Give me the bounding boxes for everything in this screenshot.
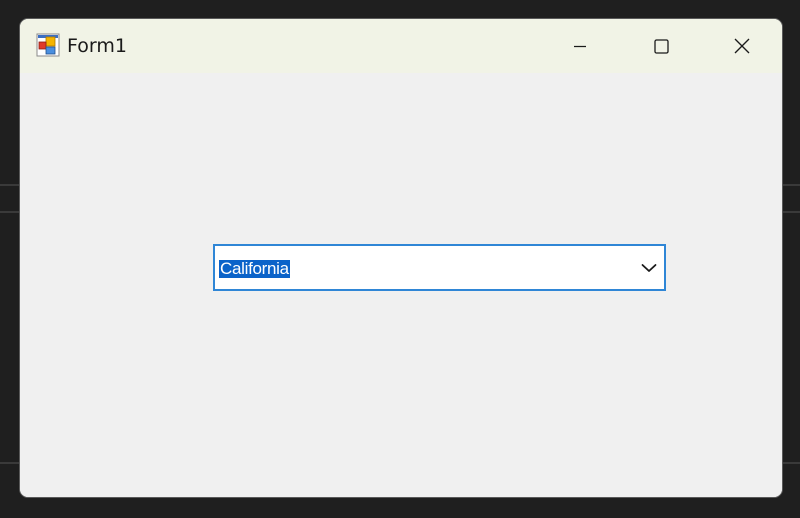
state-combobox[interactable]: California: [213, 244, 666, 291]
minimize-button[interactable]: [540, 19, 620, 73]
maximize-button[interactable]: [621, 19, 701, 73]
combobox-dropdown-button[interactable]: [634, 246, 664, 289]
combobox-selected-text[interactable]: California: [219, 260, 290, 278]
title-bar[interactable]: Form1: [20, 19, 782, 73]
app-window: Form1 California: [19, 18, 783, 498]
chevron-down-icon: [641, 263, 657, 272]
window-title: Form1: [67, 35, 127, 57]
close-icon: [734, 38, 750, 54]
maximize-icon: [653, 38, 669, 54]
form-client-area: California: [20, 73, 782, 497]
winforms-app-icon: [36, 33, 60, 57]
close-button[interactable]: [702, 19, 782, 73]
minimize-icon: [574, 45, 586, 48]
